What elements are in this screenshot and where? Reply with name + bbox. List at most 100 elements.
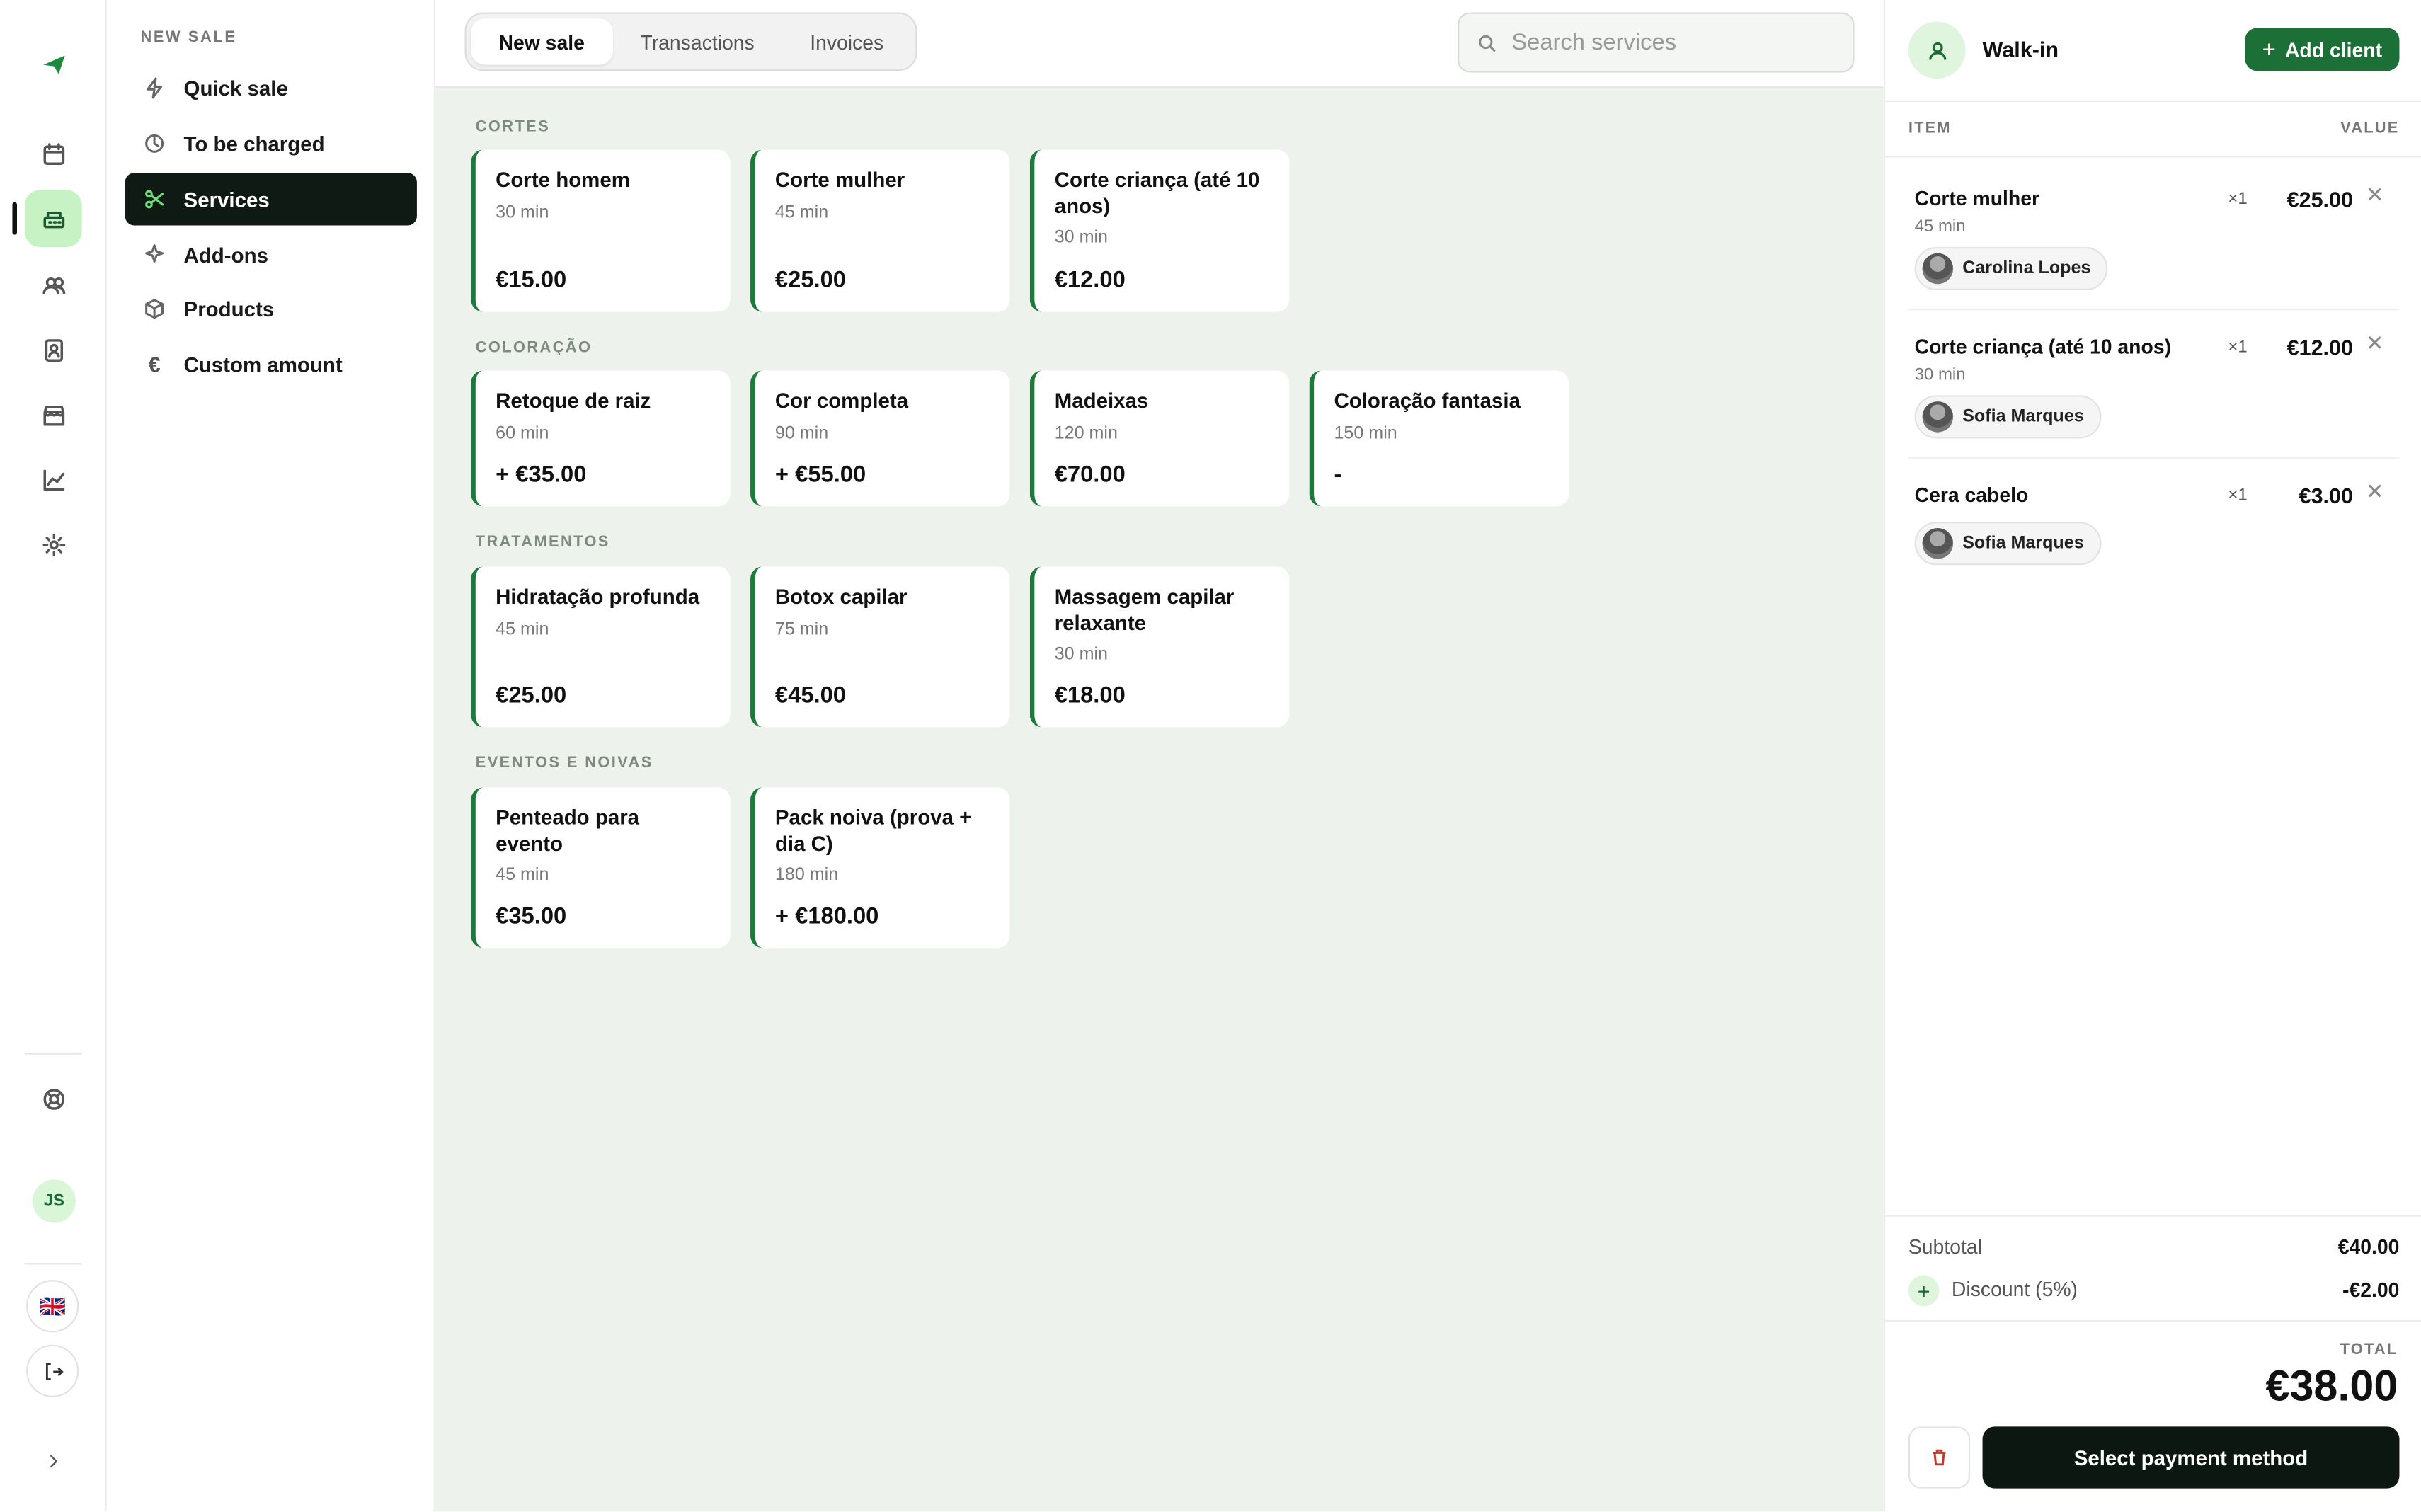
tab-invoices[interactable]: Invoices: [782, 18, 912, 64]
user-avatar[interactable]: JS: [32, 1179, 76, 1223]
add-client-button[interactable]: + Add client: [2245, 28, 2400, 71]
service-duration: 90 min: [774, 423, 829, 442]
remove-icon[interactable]: ✕: [2366, 182, 2384, 208]
calendar-icon[interactable]: [25, 125, 82, 183]
logout-icon[interactable]: [26, 1344, 79, 1397]
plus-icon: +: [2262, 36, 2276, 63]
service-card[interactable]: Corte homem 30 min €15.00: [471, 149, 731, 312]
service-card[interactable]: Cor completa 90 min + €55.00: [750, 370, 1010, 507]
store-icon[interactable]: [25, 386, 82, 443]
expand-chevron-icon[interactable]: [25, 1433, 82, 1490]
submenu-label: Add-ons: [183, 243, 268, 267]
section-title: EVENTOS E NOIVAS: [475, 755, 653, 772]
service-card[interactable]: Coloração fantasia 150 min -: [1309, 370, 1569, 507]
add-discount-icon[interactable]: +: [1908, 1275, 1940, 1307]
select-payment-button[interactable]: Select payment method: [1982, 1426, 2400, 1489]
scissors-icon: [144, 188, 166, 210]
submenu-item-to-be-charged[interactable]: To be charged: [125, 118, 417, 170]
staff-avatar: [1922, 401, 1954, 433]
clients-icon[interactable]: [25, 256, 82, 314]
service-card[interactable]: Botox capilar 75 min €45.00: [750, 566, 1010, 728]
line-qty[interactable]: ×1: [2228, 190, 2247, 208]
service-card[interactable]: Hidratação profunda 45 min €25.00: [471, 566, 731, 728]
line-name: Corte mulher: [1914, 186, 2040, 210]
logo-icon[interactable]: [25, 35, 82, 93]
service-card[interactable]: Corte criança (até 10 anos) 30 min €12.0…: [1029, 149, 1290, 312]
cart-line[interactable]: Corte mulher 45 min ×1 €25.00 ✕ Carolina…: [1908, 182, 2400, 298]
service-card[interactable]: Pack noiva (prova + dia C) 180 min + €18…: [750, 787, 1010, 949]
service-card[interactable]: Penteado para evento 45 min €35.00: [471, 787, 731, 949]
submenu-item-quick-sale[interactable]: Quick sale: [125, 62, 417, 114]
rail-divider: [24, 1053, 82, 1055]
clear-cart-button[interactable]: [1908, 1426, 1971, 1489]
service-name: Penteado para evento: [496, 806, 640, 855]
box-icon: [144, 298, 166, 320]
reports-icon[interactable]: [25, 451, 82, 508]
search-box[interactable]: [1457, 12, 1855, 73]
search-input[interactable]: [1511, 29, 1836, 56]
line-name: Cera cabelo: [1914, 483, 2029, 507]
service-price: -: [1334, 462, 1342, 488]
service-card[interactable]: Massagem capilar relaxante 30 min €18.00: [1029, 566, 1290, 728]
staff-chip[interactable]: Sofia Marques: [1914, 522, 2101, 566]
remove-icon[interactable]: ✕: [2366, 479, 2384, 505]
service-name: Madeixas: [1054, 389, 1149, 413]
service-name: Botox capilar: [774, 585, 908, 609]
clock-icon: [144, 133, 166, 155]
service-name: Retoque de raiz: [496, 389, 651, 413]
submenu-item-add-ons[interactable]: Add-ons: [125, 229, 417, 281]
staff-avatar: [1922, 527, 1954, 559]
line-qty[interactable]: ×1: [2228, 486, 2247, 505]
flag-glyph: 🇬🇧: [39, 1293, 67, 1318]
discount-row[interactable]: + Discount (5%) -€2.00: [1908, 1275, 2399, 1307]
service-card[interactable]: Madeixas 120 min €70.00: [1029, 370, 1290, 507]
submenu-item-services[interactable]: Services: [125, 173, 417, 226]
client-avatar[interactable]: [1908, 21, 1966, 79]
register-icon[interactable]: [24, 190, 82, 247]
submenu-label: Services: [183, 188, 270, 211]
staff-chip[interactable]: Sofia Marques: [1914, 395, 2101, 439]
tab-new-sale[interactable]: New sale: [471, 18, 613, 65]
submenu-label: Custom amount: [183, 353, 343, 377]
line-divider: [1908, 457, 2400, 459]
staff-icon[interactable]: [25, 321, 82, 379]
service-name: Cor completa: [774, 389, 909, 413]
line-duration: 30 min: [1914, 365, 1966, 385]
service-price: + €55.00: [774, 462, 866, 488]
cart-line[interactable]: Cera cabelo ×1 €3.00 ✕ Sofia Marques: [1908, 479, 2400, 570]
tab-transactions[interactable]: Transactions: [612, 18, 782, 64]
submenu-label: Quick sale: [183, 76, 288, 100]
service-name: Corte criança (até 10 anos): [1054, 168, 1260, 217]
help-icon[interactable]: [25, 1070, 82, 1128]
line-name: Corte criança (até 10 anos): [1914, 335, 2172, 359]
service-duration: 45 min: [496, 866, 549, 885]
client-header: Walk-in + Add client: [1885, 0, 2421, 102]
services-catalog: New sale Transactions Invoices CORTES Co…: [435, 0, 1884, 1512]
service-duration: 30 min: [1054, 228, 1109, 247]
sale-tabs: New sale Transactions Invoices: [464, 12, 918, 71]
remove-icon[interactable]: ✕: [2366, 331, 2384, 357]
section-title: CORTES: [475, 118, 551, 136]
service-name: Massagem capilar relaxante: [1054, 585, 1235, 634]
staff-name: Sofia Marques: [1962, 534, 2084, 553]
service-price: €15.00: [496, 267, 567, 294]
line-qty[interactable]: ×1: [2228, 338, 2247, 357]
cart-line[interactable]: Corte criança (até 10 anos) 30 min ×1 €1…: [1908, 331, 2400, 446]
settings-icon[interactable]: [25, 515, 82, 573]
sparkle-icon: [144, 244, 166, 266]
section-title: TRATAMENTOS: [475, 534, 610, 551]
service-price: + €180.00: [774, 903, 879, 930]
service-card[interactable]: Retoque de raiz 60 min + €35.00: [471, 370, 731, 507]
language-flag-icon[interactable]: 🇬🇧: [26, 1280, 79, 1333]
total-divider: [1885, 1319, 2421, 1322]
submenu-item-products[interactable]: Products: [125, 282, 417, 335]
service-duration: 180 min: [774, 866, 839, 885]
active-marker: [12, 202, 17, 235]
service-name: Coloração fantasia: [1334, 389, 1521, 413]
subtotal-row: Subtotal €40.00: [1908, 1235, 2400, 1259]
submenu-item-custom-amount[interactable]: € Custom amount: [125, 338, 417, 391]
service-card[interactable]: Corte mulher 45 min €25.00: [750, 149, 1010, 312]
col-value: VALUE: [2340, 120, 2400, 138]
staff-chip[interactable]: Carolina Lopes: [1914, 246, 2108, 291]
service-duration: 30 min: [496, 202, 549, 222]
